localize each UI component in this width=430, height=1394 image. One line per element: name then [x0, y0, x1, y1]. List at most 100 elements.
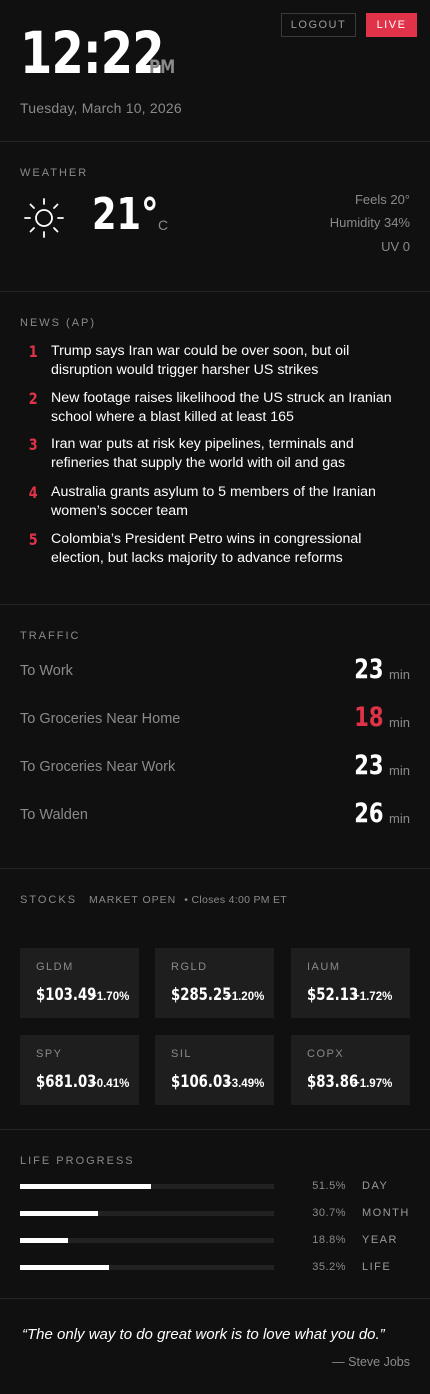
weather-label: WEATHER: [20, 167, 89, 179]
progress-track: [20, 1238, 274, 1243]
route-minutes: 23: [354, 654, 384, 685]
news-label: NEWS (AP): [20, 317, 97, 329]
stock-change: +0.41%: [90, 1078, 130, 1090]
uv-index: UV 0: [381, 239, 410, 254]
traffic-route: To Walden 26 min: [20, 799, 410, 829]
progress-fill: [20, 1211, 98, 1216]
sun-icon: [24, 198, 64, 238]
stock-symbol: RGLD: [171, 961, 208, 973]
progress-name: DAY: [362, 1180, 389, 1192]
feels-like: Feels 20°: [354, 192, 410, 207]
progress-fill: [20, 1265, 110, 1270]
route-minutes: 26: [354, 798, 384, 829]
stock-price: $83.86: [307, 1072, 359, 1092]
life-progress-section: LIFE PROGRESS 51.5% DAY 30.7% MONTH 18.8…: [0, 1130, 430, 1299]
route-unit: min: [389, 763, 410, 778]
quote-author: — Steve Jobs: [332, 1355, 410, 1369]
stock-change: +3.49%: [225, 1078, 265, 1090]
stocks-header: STOCKS MARKET OPEN • Closes 4:00 PM ET: [20, 894, 287, 906]
progress-track: [20, 1211, 274, 1216]
route-name: To Groceries Near Work: [20, 759, 176, 775]
progress-percent: 18.8%: [312, 1234, 346, 1246]
stock-price: $103.49: [36, 985, 97, 1005]
news-number: 5: [28, 530, 38, 549]
route-minutes: 18: [354, 702, 384, 733]
quote-text: “The only way to do great work is to lov…: [22, 1326, 385, 1343]
market-status: MARKET OPEN: [89, 894, 177, 906]
news-item[interactable]: 1 Trump says Iran war could be over soon…: [20, 342, 410, 380]
route-unit: min: [389, 715, 410, 730]
stock-change: +1.97%: [353, 1078, 393, 1090]
traffic-route: To Groceries Near Home 18 min: [20, 703, 410, 733]
news-headline: New footage raises likelihood the US str…: [51, 390, 392, 425]
live-button[interactable]: LIVE: [366, 13, 417, 37]
route-name: To Work: [20, 663, 73, 679]
stock-price: $106.03: [171, 1072, 232, 1092]
news-item[interactable]: 4 Australia grants asylum to 5 members o…: [20, 483, 410, 521]
news-item[interactable]: 3 Iran war puts at risk key pipelines, t…: [20, 435, 410, 473]
stock-price: $681.03: [36, 1072, 97, 1092]
progress-fill: [20, 1238, 68, 1243]
progress-fill: [20, 1184, 151, 1189]
stock-card[interactable]: SIL $106.03 +3.49%: [155, 1035, 274, 1105]
progress-percent: 51.5%: [312, 1180, 346, 1192]
progress-name: YEAR: [362, 1234, 398, 1246]
stock-card[interactable]: GLDM $103.49 +1.70%: [20, 948, 139, 1018]
stock-symbol: SPY: [36, 1048, 63, 1060]
news-headline: Trump says Iran war could be over soon, …: [51, 343, 350, 378]
route-name: To Walden: [20, 807, 88, 823]
current-date: Tuesday, March 10, 2026: [20, 100, 182, 116]
temperature-unit: C: [158, 217, 169, 233]
news-headline: Colombia’s President Petro wins in congr…: [51, 531, 362, 566]
progress-name: MONTH: [362, 1207, 410, 1219]
progress-row: 30.7% MONTH: [20, 1207, 410, 1220]
route-name: To Groceries Near Home: [20, 711, 181, 727]
header-section: 12:22 PM Tuesday, March 10, 2026 LOGOUT …: [0, 0, 430, 142]
news-number: 3: [28, 435, 38, 454]
stocks-section: STOCKS MARKET OPEN • Closes 4:00 PM ET G…: [0, 869, 430, 1130]
stock-symbol: SIL: [171, 1048, 193, 1060]
market-close-time: • Closes 4:00 PM ET: [184, 894, 288, 906]
progress-track: [20, 1184, 274, 1189]
quote-section: “The only way to do great work is to lov…: [0, 1299, 430, 1394]
progress-name: LIFE: [362, 1261, 392, 1273]
progress-row: 35.2% LIFE: [20, 1261, 410, 1274]
news-headline: Australia grants asylum to 5 members of …: [51, 484, 376, 519]
progress-row: 18.8% YEAR: [20, 1234, 410, 1247]
news-item[interactable]: 2 New footage raises likelihood the US s…: [20, 389, 410, 427]
stock-change: +1.20%: [225, 991, 265, 1003]
logout-button[interactable]: LOGOUT: [281, 13, 356, 37]
stock-change: +1.72%: [353, 991, 393, 1003]
stock-symbol: GLDM: [36, 961, 74, 973]
stock-card[interactable]: IAUM $52.13 +1.72%: [291, 948, 410, 1018]
clock-time: 12:22: [20, 19, 164, 87]
life-progress-label: LIFE PROGRESS: [20, 1155, 135, 1167]
route-unit: min: [389, 811, 410, 826]
stock-price: $52.13: [307, 985, 359, 1005]
news-item[interactable]: 5 Colombia’s President Petro wins in con…: [20, 530, 410, 568]
progress-row: 51.5% DAY: [20, 1180, 410, 1193]
clock-ampm: PM: [149, 56, 176, 78]
progress-percent: 30.7%: [312, 1207, 346, 1219]
humidity: Humidity 34%: [329, 215, 410, 230]
stock-symbol: COPX: [307, 1048, 345, 1060]
news-number: 4: [28, 483, 38, 502]
news-section: NEWS (AP) 1 Trump says Iran war could be…: [0, 292, 430, 605]
traffic-label: TRAFFIC: [20, 630, 81, 642]
traffic-section: TRAFFIC To Work 23 min To Groceries Near…: [0, 605, 430, 869]
stock-card[interactable]: COPX $83.86 +1.97%: [291, 1035, 410, 1105]
news-number: 1: [28, 342, 38, 361]
progress-track: [20, 1265, 274, 1270]
weather-section: WEATHER 21° C Feels 20° Humidity 34% UV …: [0, 142, 430, 292]
progress-percent: 35.2%: [312, 1261, 346, 1273]
stocks-label: STOCKS: [20, 894, 78, 906]
route-minutes: 23: [354, 750, 384, 781]
stock-symbol: IAUM: [307, 961, 341, 973]
stock-change: +1.70%: [90, 991, 130, 1003]
traffic-route: To Work 23 min: [20, 655, 410, 685]
news-headline: Iran war puts at risk key pipelines, ter…: [51, 436, 354, 471]
stock-card[interactable]: SPY $681.03 +0.41%: [20, 1035, 139, 1105]
stock-card[interactable]: RGLD $285.25 +1.20%: [155, 948, 274, 1018]
route-unit: min: [389, 667, 410, 682]
news-number: 2: [28, 389, 38, 408]
